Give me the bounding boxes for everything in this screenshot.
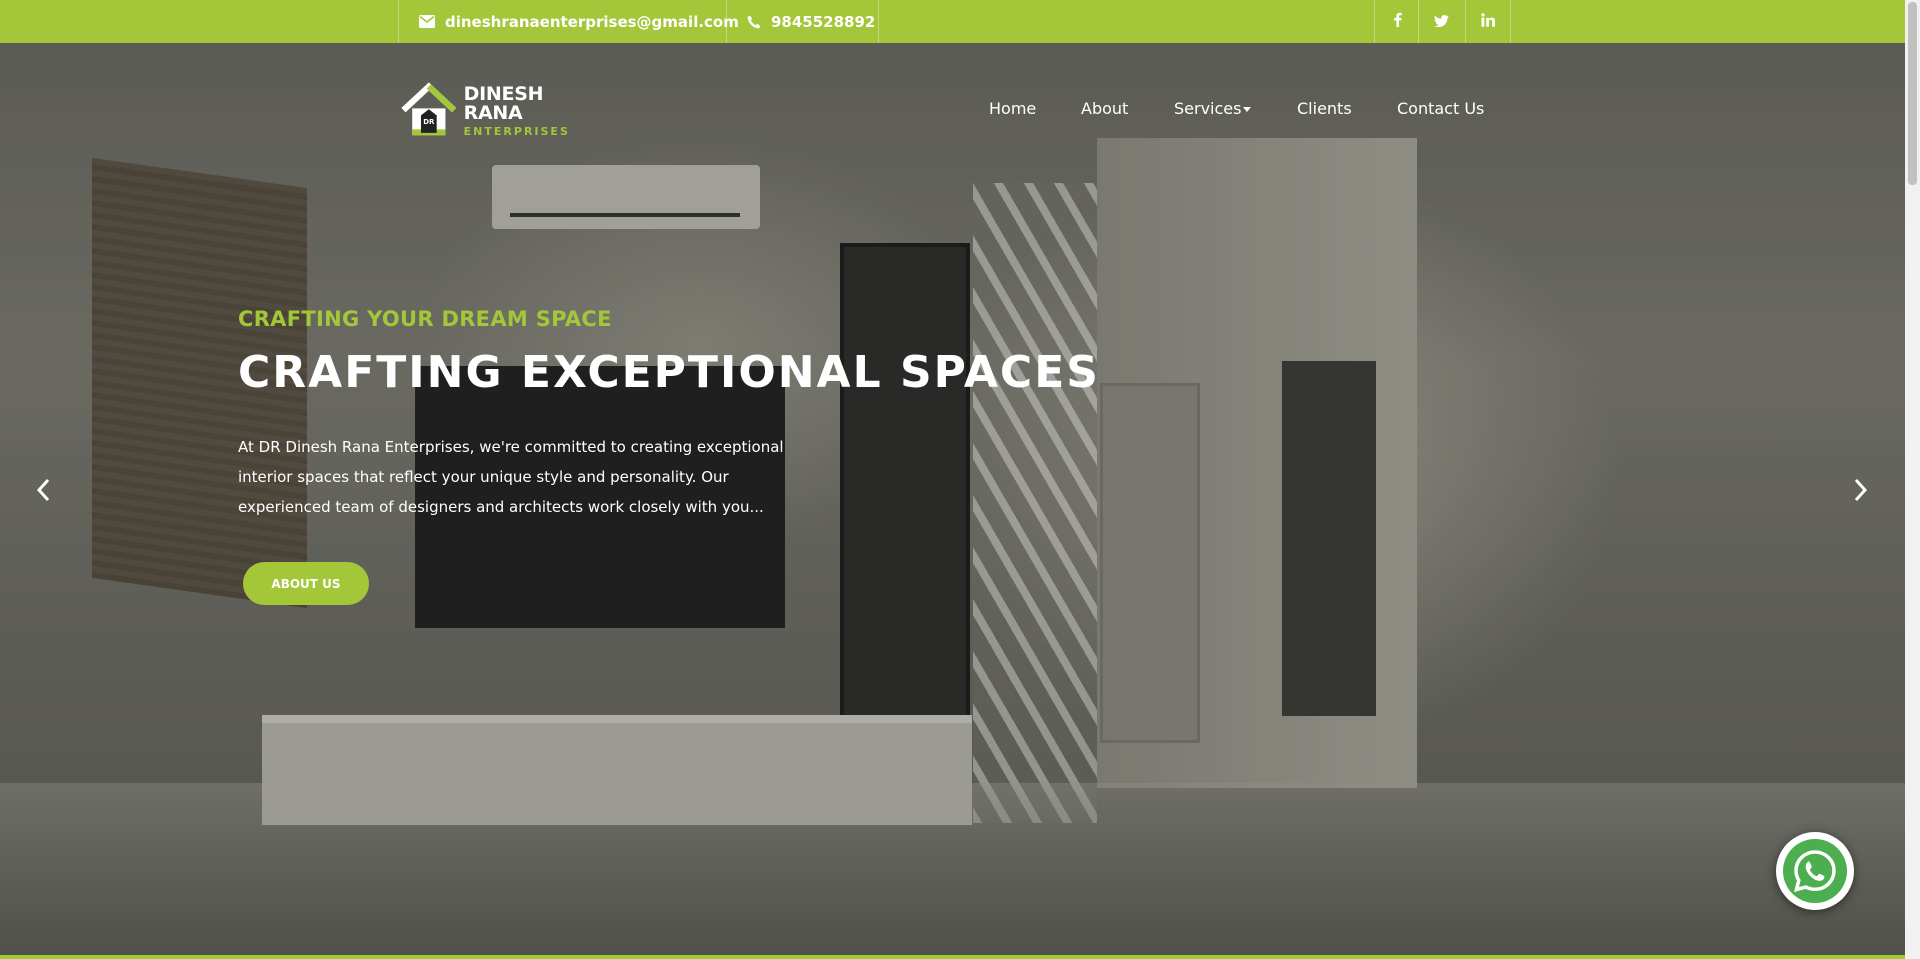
linkedin-link[interactable] bbox=[1465, 0, 1511, 43]
house-logo-icon: DR bbox=[401, 82, 457, 136]
nav-home[interactable]: Home bbox=[989, 99, 1036, 118]
phone-icon bbox=[747, 15, 761, 29]
phone-text: 9845528892 bbox=[771, 12, 876, 31]
nav-services[interactable]: Services bbox=[1174, 99, 1252, 118]
email-contact[interactable]: dineshranaenterprises@gmail.com bbox=[398, 0, 739, 43]
nav-clients[interactable]: Clients bbox=[1297, 99, 1352, 118]
linkedin-icon bbox=[1481, 12, 1495, 31]
scrollbar-thumb[interactable] bbox=[1908, 2, 1917, 185]
facebook-link[interactable] bbox=[1374, 0, 1420, 43]
caret-down-icon bbox=[1243, 107, 1252, 112]
slider-prev-button[interactable] bbox=[23, 470, 63, 510]
twitter-icon bbox=[1434, 13, 1449, 31]
logo-badge: DR bbox=[423, 118, 435, 126]
phone-contact[interactable]: 9845528892 bbox=[726, 0, 879, 43]
nav-about[interactable]: About bbox=[1081, 99, 1128, 118]
email-text: dineshranaenterprises@gmail.com bbox=[445, 12, 739, 31]
site-logo[interactable]: DR DINESH RANA ENTERPRISES bbox=[400, 80, 590, 142]
page-scrollbar[interactable] bbox=[1905, 0, 1920, 959]
whatsapp-icon bbox=[1794, 850, 1836, 892]
chevron-left-icon bbox=[36, 478, 50, 502]
chevron-right-icon bbox=[1854, 478, 1868, 502]
nav-services-label: Services bbox=[1174, 99, 1242, 118]
nav-contact[interactable]: Contact Us bbox=[1397, 99, 1484, 118]
slider-next-button[interactable] bbox=[1841, 470, 1881, 510]
hero-bottom-accent bbox=[0, 955, 1905, 959]
hero-kicker: CRAFTING YOUR DREAM SPACE bbox=[238, 307, 612, 331]
hero-headline: CRAFTING EXCEPTIONAL SPACES bbox=[238, 347, 1100, 398]
logo-sub-text: ENTERPRISES bbox=[463, 125, 570, 138]
about-us-button[interactable]: ABOUT US bbox=[243, 562, 369, 605]
top-contact-bar: dineshranaenterprises@gmail.com 98455288… bbox=[0, 0, 1905, 43]
hero-description: At DR Dinesh Rana Enterprises, we're com… bbox=[238, 438, 784, 516]
envelope-icon bbox=[419, 15, 435, 28]
facebook-icon bbox=[1393, 12, 1402, 31]
logo-main-text: DINESH RANA bbox=[463, 83, 544, 124]
whatsapp-button[interactable] bbox=[1776, 832, 1854, 910]
twitter-link[interactable] bbox=[1418, 0, 1464, 43]
